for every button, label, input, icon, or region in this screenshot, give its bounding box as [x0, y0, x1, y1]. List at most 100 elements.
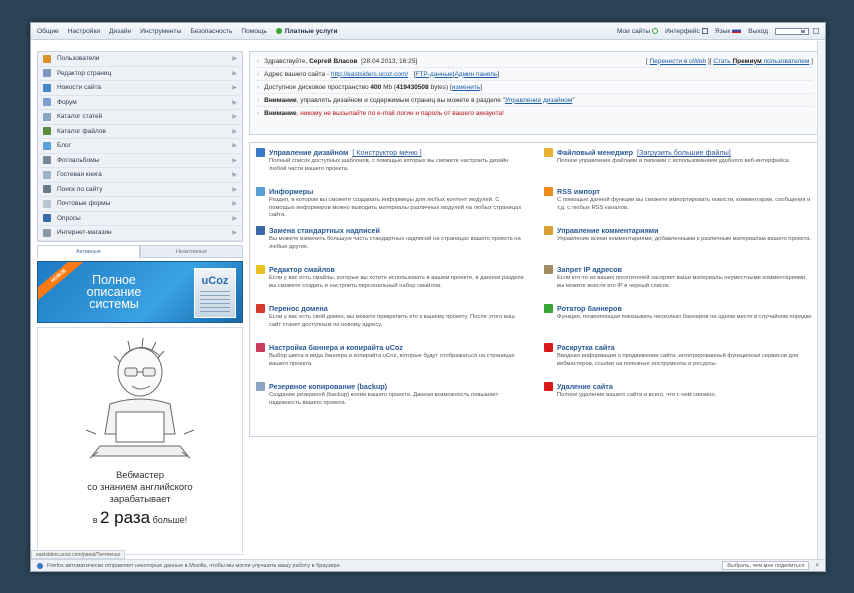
change-disk-link[interactable]: изменить [452, 84, 480, 91]
tool-title-text[interactable]: Управление комментариями [557, 226, 659, 235]
design-management-link[interactable]: Управление дизайном [505, 97, 572, 104]
menu-security[interactable]: Безопасность [190, 28, 232, 35]
tool-title[interactable]: Замена стандартных надписей [256, 225, 526, 236]
sidebar-item-poll[interactable]: Опросы ▶ [38, 212, 242, 226]
tool-title[interactable]: Перенос домена [256, 303, 526, 314]
tool-title[interactable]: Удаление сайта [544, 381, 814, 392]
ftp-link[interactable]: FTP-данные [415, 71, 452, 78]
tool-title-text[interactable]: Перенос домена [269, 304, 328, 313]
tool-description: Если кто-то из ваших посетителей засоряе… [557, 275, 807, 289]
tools-panel: Управление дизайном [ Конструктор меню ] П… [249, 142, 821, 437]
tool-title-text[interactable]: Раскрутка сайта [557, 343, 615, 352]
menu-settings[interactable]: Настройки [68, 28, 100, 35]
tool-title-text[interactable]: RSS импорт [557, 187, 600, 196]
choose-share-button[interactable]: Выбрать, чем мне поделиться [722, 561, 810, 570]
menu-my-sites[interactable]: Мои сайты [617, 27, 659, 35]
guestbook-icon [43, 170, 51, 179]
tab-inactive[interactable]: Неактивные [140, 244, 243, 258]
tool-title[interactable]: Раскрутка сайта [544, 342, 814, 353]
tool-title[interactable]: Управление дизайном [ Конструктор меню ] [256, 147, 526, 158]
menu-general[interactable]: Общие [37, 28, 59, 35]
tool-title-text[interactable]: Управление дизайном [269, 148, 348, 157]
tool-title[interactable]: Настройка баннера и копирайта uCoz [256, 342, 526, 353]
menu-language[interactable]: Язык [715, 28, 742, 35]
tool-title[interactable]: Информеры [256, 186, 526, 197]
refresh-icon [652, 27, 659, 34]
menu-paid-services[interactable]: Платные услуги [275, 28, 338, 35]
sidebar-item-users[interactable]: Пользователи ▶ [38, 52, 242, 67]
tool-title-text[interactable]: Информеры [269, 187, 313, 196]
backup-icon [256, 382, 265, 391]
sidebar-item-blog[interactable]: Блог ▶ [38, 139, 242, 154]
sidebar-item-articles[interactable]: Каталог статей ▶ [38, 110, 242, 125]
sidebar-item-forum[interactable]: Форум ▶ [38, 96, 242, 110]
tool-title-text[interactable]: Резервное копирование (backup) [269, 382, 387, 391]
tool-title-text[interactable]: Файловый менеджер [557, 148, 633, 157]
design-notice-line: › Внимание, управлять дизайном и содержи… [257, 94, 813, 107]
tool-title[interactable]: Управление комментариями [544, 225, 814, 236]
tool-title-text[interactable]: Редактор смайлов [269, 265, 335, 274]
move-to-uweb-link[interactable]: Перенести в uWeb [650, 58, 707, 65]
sidebar-item-photo[interactable]: Фотоальбомы ▶ [38, 154, 242, 168]
page-scrollbar[interactable] [817, 41, 825, 559]
menu-logout[interactable]: Выход [748, 28, 768, 35]
poll-icon [43, 214, 51, 223]
tool-description: С помощью данной функции вы сможете импо… [557, 197, 811, 211]
menu-interface[interactable]: Интерфейс [665, 28, 708, 35]
domain-icon [256, 304, 265, 313]
tool-title[interactable]: Редактор смайлов [256, 264, 526, 275]
sidebar-item-guestbook[interactable]: Гостевая книга ▶ [38, 168, 242, 183]
width-slider[interactable] [775, 27, 809, 35]
english-ad-banner[interactable]: Вебмастер со знанием английского зарабат… [37, 326, 243, 555]
sidebar-item-news[interactable]: Новости сайта ▶ [38, 81, 242, 96]
tool-extra-link[interactable]: [Загрузить большие файлы] [637, 148, 731, 157]
tool-extra-link[interactable]: [ Конструктор меню ] [352, 148, 421, 157]
blog-icon [43, 141, 51, 150]
promo-icon [544, 343, 553, 352]
tool-section: RSS импорт С помощью данной функции вы см… [544, 186, 814, 224]
sidebar-item-label: Почтовые формы [57, 200, 111, 208]
arrow-right-icon: ▶ [232, 157, 237, 164]
smile-icon [256, 265, 265, 274]
menu-tools[interactable]: Инструменты [140, 28, 181, 35]
admin-panel-link[interactable]: Админ панель [454, 71, 497, 78]
sidebar-item-files[interactable]: Каталог файлов ▶ [38, 125, 242, 139]
tool-title[interactable]: Файловый менеджер [Загрузить большие файл… [544, 147, 814, 158]
scroll-up-button[interactable] [813, 28, 819, 34]
tool-title[interactable]: Резервное копирование (backup) [256, 381, 526, 392]
sidebar-item-page[interactable]: Редактор страниц ▶ [38, 67, 242, 81]
tool-title[interactable]: Запрет IP адресов [544, 264, 814, 275]
menu-help[interactable]: Помощь [241, 28, 266, 35]
menu-design[interactable]: Дизайн [109, 28, 131, 35]
premium-link[interactable]: Стать Премиум пользователем [713, 58, 809, 65]
files-icon [43, 127, 51, 136]
tool-description: Выбор цвета и вида баннера и копирайта u… [269, 353, 515, 367]
firefox-icon [37, 562, 43, 569]
sidebar: Пользователи ▶ Редактор страниц ▶ Новости са… [37, 51, 243, 555]
tool-title[interactable]: Ротатор баннеров [544, 303, 814, 314]
sidebar-item-search[interactable]: Поиск по сайту ▶ [38, 183, 242, 197]
sidebar-item-shop[interactable]: Интернет-магазин ▶ [38, 226, 242, 241]
sidebar-item-mail[interactable]: Почтовые формы ▶ [38, 197, 242, 212]
green-dot-icon [275, 28, 282, 34]
banner-icon [256, 343, 265, 352]
tools-left-column: Управление дизайном [ Конструктор меню ] П… [256, 147, 534, 432]
tool-description: Если у вас есть свой домен, вы можете пр… [269, 314, 515, 328]
tool-title[interactable]: RSS импорт [544, 186, 814, 197]
site-address-link[interactable]: http://eastsiders.ucoz.com/ [331, 71, 408, 78]
tab-active[interactable]: Активные [37, 244, 140, 258]
arrow-right-icon: ▶ [232, 143, 237, 150]
tool-title-text[interactable]: Удаление сайта [557, 382, 613, 391]
close-icon[interactable]: × [815, 563, 819, 569]
user-name: Сергей Власов [309, 57, 358, 65]
tool-title-text[interactable]: Настройка баннера и копирайта uCoz [269, 343, 403, 352]
ucoz-description-banner[interactable]: НОВОЕ Полное описание системы uCoz [37, 260, 243, 323]
tool-section: Информеры Раздел, в котором вы сможете со… [256, 186, 526, 224]
tool-title-text[interactable]: Замена стандартных надписей [269, 226, 380, 235]
tool-title-text[interactable]: Ротатор баннеров [557, 304, 622, 313]
tool-title-text[interactable]: Запрет IP адресов [557, 265, 622, 274]
folder-icon [544, 148, 553, 157]
arrow-right-icon: ▶ [232, 186, 237, 193]
book-icon: uCoz [194, 267, 236, 318]
arrow-right-icon: ▶ [232, 201, 237, 208]
